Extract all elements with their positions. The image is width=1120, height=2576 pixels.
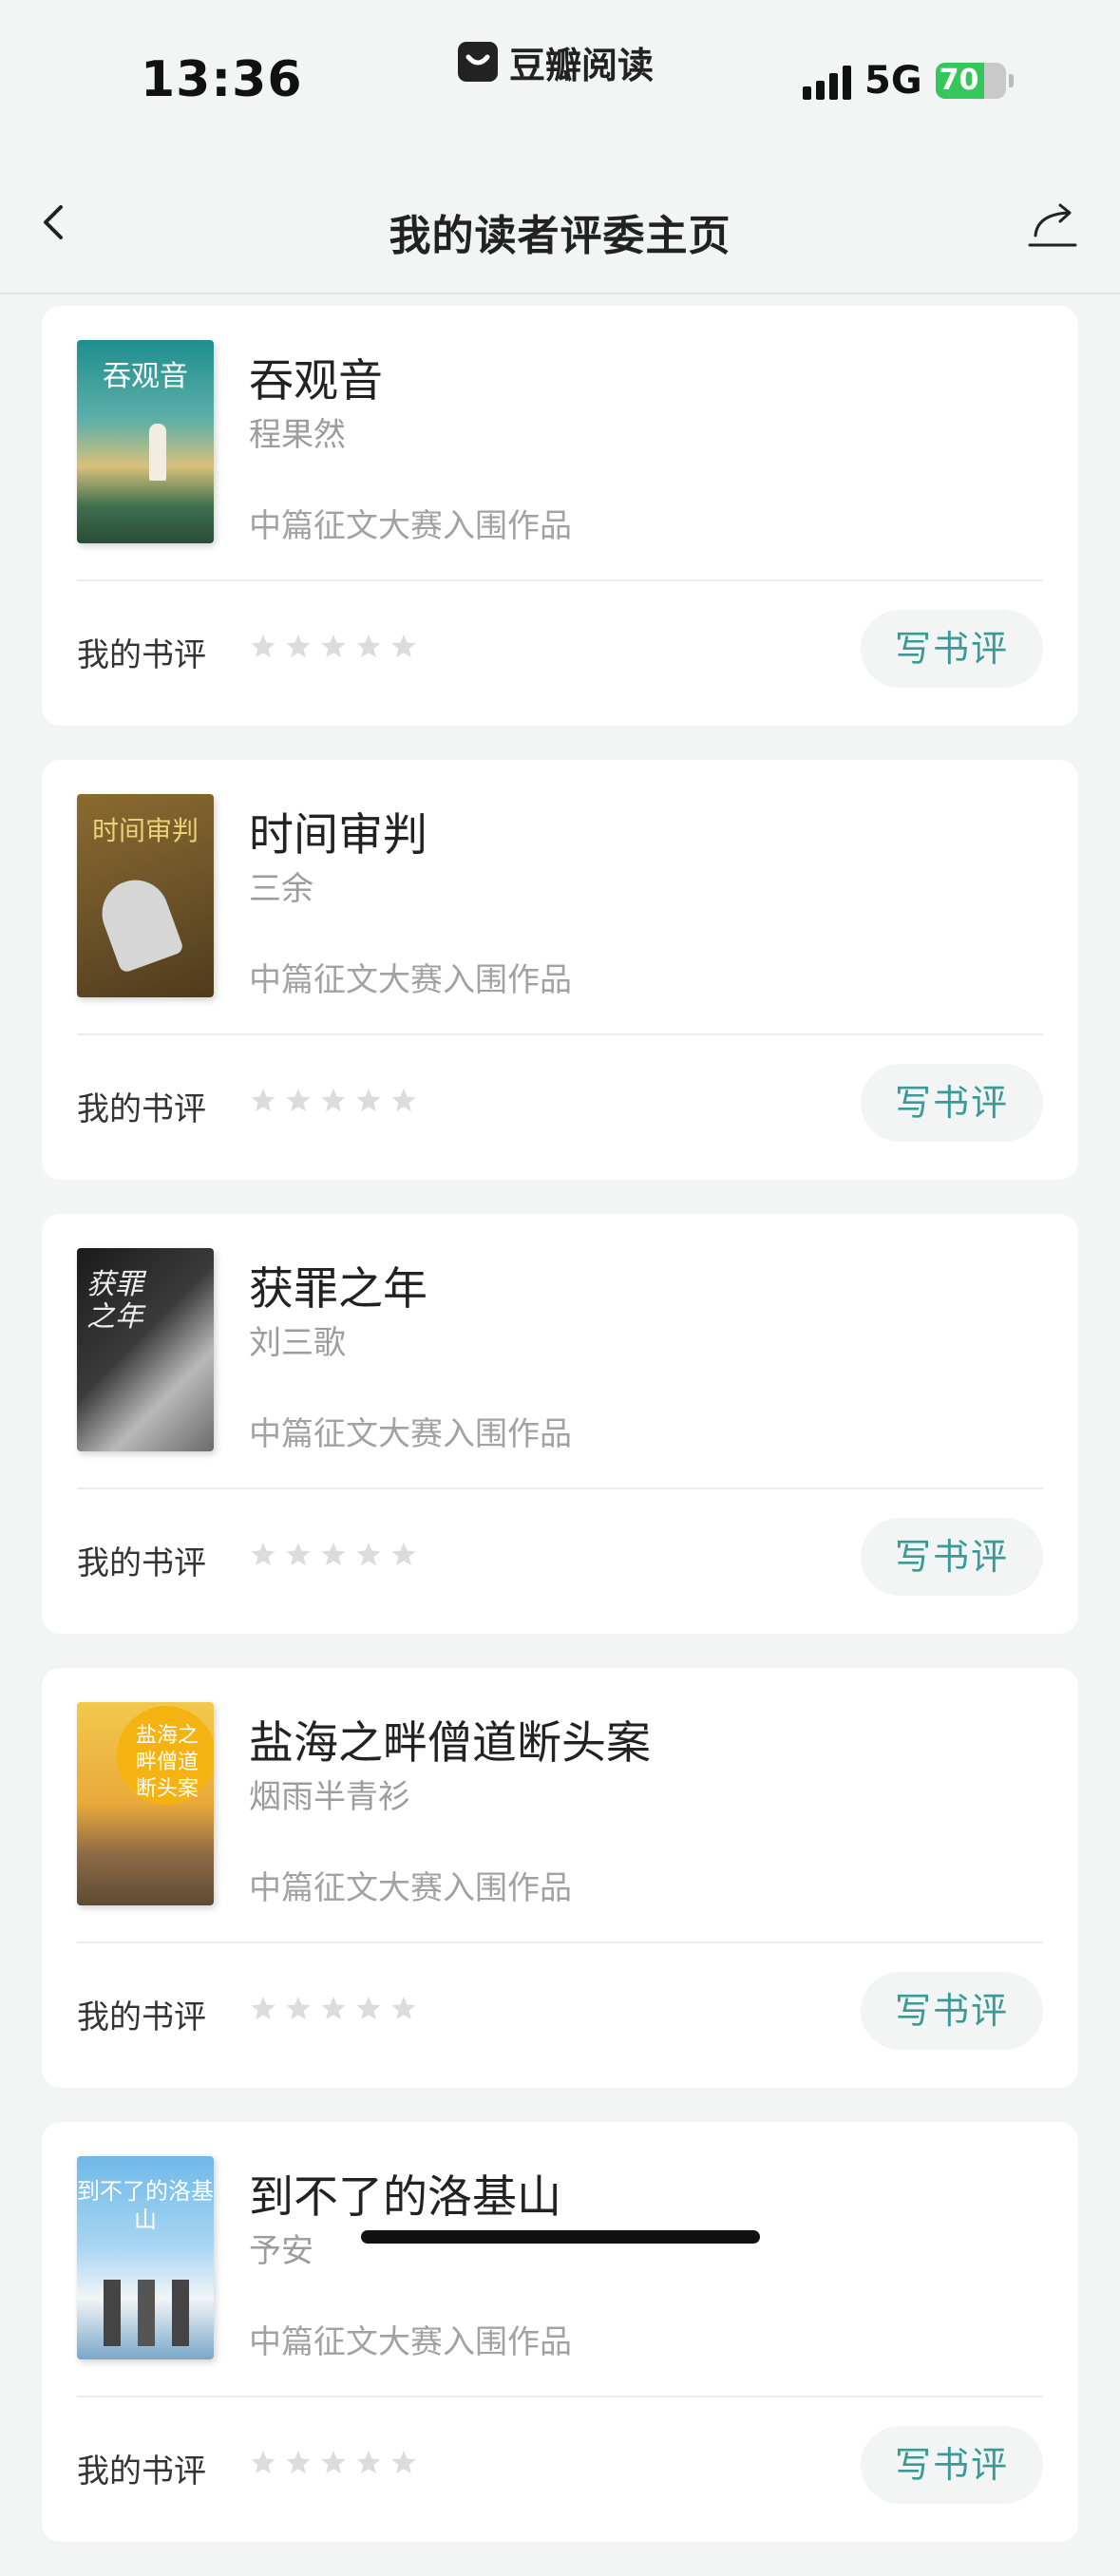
divider	[77, 1487, 1043, 1489]
star-icon[interactable]	[389, 1995, 418, 2023]
my-review-label: 我的书评	[77, 2453, 206, 2491]
star-icon[interactable]	[389, 1541, 418, 1569]
book-title[interactable]: 盐海之畔僧道断头案	[249, 1706, 651, 1771]
rating-stars[interactable]	[249, 1087, 418, 1115]
battery-percent: 70	[939, 64, 979, 97]
rating-stars[interactable]	[249, 1995, 418, 2023]
navigation-bar: 我的读者评委主页	[0, 152, 1120, 294]
share-icon	[1028, 203, 1077, 247]
book-title[interactable]: 吞观音	[249, 344, 383, 409]
book-title[interactable]: 到不了的洛基山	[249, 2160, 561, 2226]
divider	[77, 1033, 1043, 1035]
star-icon[interactable]	[354, 1995, 383, 2023]
my-review-label: 我的书评	[77, 636, 206, 674]
rating-stars[interactable]	[249, 1541, 418, 1569]
write-review-button[interactable]: 写书评	[861, 2426, 1043, 2504]
status-right: 5G 70	[803, 59, 1014, 103]
book-tag: 中篇征文大赛入围作品	[249, 1415, 572, 1453]
star-icon[interactable]	[319, 1995, 348, 2023]
battery-cap	[1008, 74, 1014, 87]
rating-stars[interactable]	[249, 2449, 418, 2477]
cover-title: 盐海之畔僧道断头案	[135, 1724, 199, 1801]
book-cover[interactable]: 吞观音	[77, 340, 214, 543]
star-icon[interactable]	[354, 1541, 383, 1569]
book-cover[interactable]: 到不了的洛基山	[77, 2156, 214, 2359]
page-title: 我的读者评委主页	[389, 212, 731, 260]
write-review-button[interactable]: 写书评	[861, 1064, 1043, 1142]
star-icon[interactable]	[249, 1087, 277, 1115]
book-card[interactable]: 时间审判 时间审判 三余 中篇征文大赛入围作品 我的书评 写书评	[42, 760, 1078, 1180]
book-card[interactable]: 盐海之畔僧道断头案 盐海之畔僧道断头案 烟雨半青衫 中篇征文大赛入围作品 我的书…	[42, 1668, 1078, 2088]
star-icon[interactable]	[319, 1541, 348, 1569]
star-icon[interactable]	[354, 1087, 383, 1115]
status-time: 13:36	[141, 51, 303, 108]
book-cover[interactable]: 获罪之年	[77, 1248, 214, 1451]
book-tag: 中篇征文大赛入围作品	[249, 961, 572, 999]
star-icon[interactable]	[389, 633, 418, 661]
cover-title: 吞观音	[103, 360, 188, 393]
book-card[interactable]: 到不了的洛基山 到不了的洛基山 予安 中篇征文大赛入围作品 我的书评 写书评	[42, 2122, 1078, 2542]
star-icon[interactable]	[249, 1541, 277, 1569]
rating-stars[interactable]	[249, 633, 418, 661]
book-author: 予安	[249, 2232, 313, 2270]
star-icon[interactable]	[284, 633, 313, 661]
star-icon[interactable]	[249, 633, 277, 661]
book-author: 刘三歌	[249, 1324, 346, 1362]
cover-title: 到不了的洛基山	[77, 2178, 214, 2233]
my-review-label: 我的书评	[77, 1090, 206, 1128]
book-card[interactable]: 吞观音 吞观音 程果然 中篇征文大赛入围作品 我的书评 写书评	[42, 306, 1078, 726]
divider	[77, 2396, 1043, 2397]
star-icon[interactable]	[284, 1087, 313, 1115]
divider	[77, 1941, 1043, 1943]
star-icon[interactable]	[284, 2449, 313, 2477]
battery-icon: 70	[935, 63, 1006, 99]
star-icon[interactable]	[319, 2449, 348, 2477]
book-tag: 中篇征文大赛入围作品	[249, 2323, 572, 2361]
star-icon[interactable]	[284, 1541, 313, 1569]
star-icon[interactable]	[354, 633, 383, 661]
write-review-button[interactable]: 写书评	[861, 1972, 1043, 2050]
star-icon[interactable]	[319, 633, 348, 661]
cover-title: 获罪之年	[86, 1268, 143, 1334]
home-indicator	[361, 2230, 760, 2244]
app-indicator: 豆瓣阅读	[458, 38, 655, 86]
cover-title: 时间审判	[91, 815, 199, 846]
app-name: 豆瓣阅读	[509, 44, 655, 86]
write-review-button[interactable]: 写书评	[861, 610, 1043, 688]
cover-figures	[104, 2280, 189, 2346]
cellular-signal-icon	[803, 62, 851, 100]
book-author: 烟雨半青衫	[249, 1778, 410, 1816]
book-tag: 中篇征文大赛入围作品	[249, 507, 572, 545]
star-icon[interactable]	[354, 2449, 383, 2477]
book-cover[interactable]: 时间审判	[77, 794, 214, 997]
star-icon[interactable]	[389, 1087, 418, 1115]
book-cover[interactable]: 盐海之畔僧道断头案	[77, 1702, 214, 1905]
share-button[interactable]	[1026, 198, 1079, 251]
star-icon[interactable]	[284, 1995, 313, 2023]
book-title[interactable]: 获罪之年	[249, 1252, 427, 1317]
write-review-button[interactable]: 写书评	[861, 1518, 1043, 1596]
network-type: 5G	[864, 59, 922, 103]
my-review-label: 我的书评	[77, 1544, 206, 1582]
book-card[interactable]: 获罪之年 获罪之年 刘三歌 中篇征文大赛入围作品 我的书评 写书评	[42, 1214, 1078, 1634]
star-icon[interactable]	[319, 1087, 348, 1115]
book-author: 三余	[249, 870, 313, 908]
my-review-label: 我的书评	[77, 1998, 206, 2036]
book-author: 程果然	[249, 416, 346, 454]
divider	[77, 579, 1043, 581]
cover-hands	[92, 870, 185, 975]
douban-app-icon	[458, 42, 498, 82]
book-title[interactable]: 时间审判	[249, 798, 427, 863]
book-tag: 中篇征文大赛入围作品	[249, 1869, 572, 1907]
status-bar: 13:36 豆瓣阅读 5G 70	[0, 0, 1120, 152]
star-icon[interactable]	[389, 2449, 418, 2477]
star-icon[interactable]	[249, 2449, 277, 2477]
star-icon[interactable]	[249, 1995, 277, 2023]
cover-statue	[149, 424, 166, 481]
